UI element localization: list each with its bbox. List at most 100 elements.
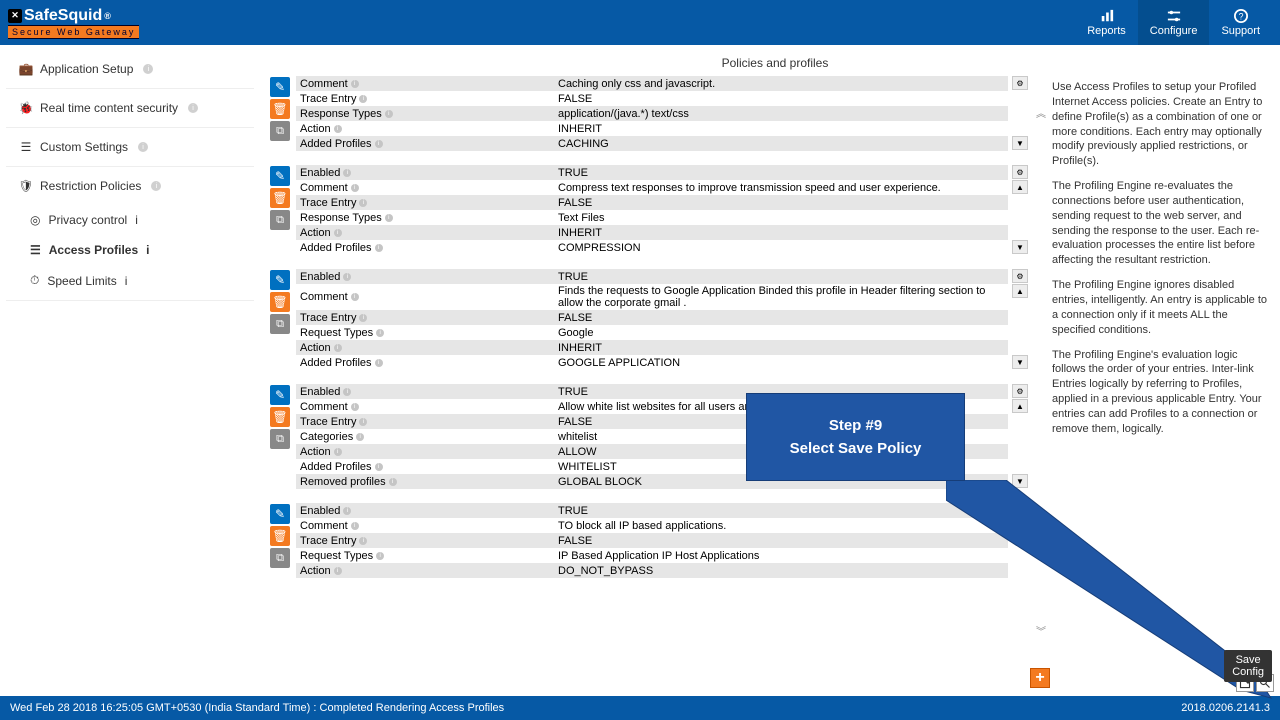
move-up-button[interactable]: ▲ <box>1012 399 1028 413</box>
sidebar-privacy-control[interactable]: ◎ Privacy control i <box>6 205 254 235</box>
sidebar-realtime-security[interactable]: 🐞 Real time content security i <box>6 89 254 128</box>
entry-row: Trace EntryiFALSE <box>296 195 1008 210</box>
info-icon: i <box>334 448 342 456</box>
entry-row: Request TypesiIP Based Application IP Ho… <box>296 548 1008 563</box>
row-value: INHERIT <box>554 122 1008 136</box>
list-icon: ☰ <box>30 243 41 257</box>
entries-list: ✎🗑⧉CommentiCaching only css and javascri… <box>270 76 1048 689</box>
info-icon: i <box>376 329 384 337</box>
support-button[interactable]: ? Support <box>1209 0 1272 45</box>
row-key: Enabledi <box>296 166 554 180</box>
row-value: FALSE <box>554 534 1008 548</box>
row-value: INHERIT <box>554 341 1008 355</box>
row-key: Request Typesi <box>296 549 554 563</box>
entry-action-icons: ✎🗑⧉ <box>270 165 292 255</box>
edit-entry-button[interactable]: ✎ <box>270 504 290 524</box>
row-key: Added Profilesi <box>296 460 554 474</box>
entry-row: Added ProfilesiCOMPRESSION <box>296 240 1008 255</box>
status-bar: Wed Feb 28 2018 16:25:05 GMT+0530 (India… <box>0 696 1280 720</box>
clone-entry-button[interactable]: ⧉ <box>270 548 290 568</box>
logo-text: SafeSquid <box>24 7 102 25</box>
delete-entry-button[interactable]: 🗑 <box>270 99 290 119</box>
support-label: Support <box>1221 25 1260 37</box>
sidebar-application-setup[interactable]: 💼 Application Setup i <box>6 50 254 89</box>
reports-label: Reports <box>1087 25 1126 37</box>
row-key: Trace Entryi <box>296 196 554 210</box>
sliders-icon <box>1167 9 1181 23</box>
edit-entry-button[interactable]: ✎ <box>270 166 290 186</box>
entry-settings-button[interactable]: ⚙ <box>1012 503 1028 517</box>
entry-row: ActioniINHERIT <box>296 340 1008 355</box>
clone-entry-button[interactable]: ⧉ <box>270 121 290 141</box>
edit-entry-button[interactable]: ✎ <box>270 270 290 290</box>
entry-row: CommentiTO block all IP based applicatio… <box>296 518 1008 533</box>
row-key: Commenti <box>296 290 554 304</box>
row-key: Commenti <box>296 519 554 533</box>
add-entry-button[interactable]: + <box>1030 668 1050 688</box>
move-down-button[interactable]: ▼ <box>1012 355 1028 369</box>
speed-icon: ⏱ <box>30 273 39 288</box>
clone-entry-button[interactable]: ⧉ <box>270 314 290 334</box>
bug-icon: 🐞 <box>20 102 32 114</box>
entry-action-icons: ✎🗑⧉ <box>270 269 292 370</box>
info-icon: i <box>359 314 367 322</box>
entry-settings-button[interactable]: ⚙ <box>1012 269 1028 283</box>
row-key: Enabledi <box>296 385 554 399</box>
row-value: COMPRESSION <box>554 241 1008 255</box>
delete-entry-button[interactable]: 🗑 <box>270 526 290 546</box>
clone-entry-button[interactable]: ⧉ <box>270 429 290 449</box>
scroll-up-icon[interactable]: ︽ <box>1036 105 1046 120</box>
delete-entry-button[interactable]: 🗑 <box>270 407 290 427</box>
callout-text: Select Save Policy <box>790 440 922 457</box>
row-key: Request Typesi <box>296 326 554 340</box>
entry-action-icons: ✎🗑⧉ <box>270 384 292 489</box>
save-config-tooltip: SaveConfig <box>1224 650 1272 682</box>
entry-settings-button[interactable]: ⚙ <box>1012 76 1028 90</box>
info-icon: i <box>356 433 364 441</box>
info-icon: i <box>359 95 367 103</box>
row-key: Actioni <box>296 445 554 459</box>
scroll-down-icon[interactable]: ︾ <box>1036 623 1046 638</box>
sidebar-access-profiles[interactable]: ☰ Access Profiles i <box>6 235 254 265</box>
sidebar-speed-limits[interactable]: ⏱ Speed Limits i <box>6 265 254 296</box>
row-key: Response Typesi <box>296 107 554 121</box>
reports-button[interactable]: Reports <box>1075 0 1138 45</box>
callout-title: Step #9 <box>829 417 882 434</box>
row-value: Finds the requests to Google Application… <box>554 284 1008 310</box>
row-value: DO_NOT_BYPASS <box>554 564 1008 578</box>
sidebar-custom-settings[interactable]: ☰ Custom Settings i <box>6 128 254 167</box>
info-icon: i <box>351 80 359 88</box>
delete-entry-button[interactable]: 🗑 <box>270 292 290 312</box>
info-icon: i <box>334 229 342 237</box>
row-key: Added Profilesi <box>296 137 554 151</box>
delete-entry-button[interactable]: 🗑 <box>270 188 290 208</box>
clone-entry-button[interactable]: ⧉ <box>270 210 290 230</box>
entry-reorder-controls: ⚙▲ ▼ <box>1012 384 1030 489</box>
info-icon: i <box>151 181 161 191</box>
edit-entry-button[interactable]: ✎ <box>270 77 290 97</box>
row-value: Compress text responses to improve trans… <box>554 181 1008 195</box>
row-value: Text Files <box>554 211 1008 225</box>
help-text: The Profiling Engine ignores disabled en… <box>1052 278 1270 337</box>
entry-row: Trace EntryiFALSE <box>296 310 1008 325</box>
row-key: Trace Entryi <box>296 415 554 429</box>
edit-entry-button[interactable]: ✎ <box>270 385 290 405</box>
status-text: Wed Feb 28 2018 16:25:05 GMT+0530 (India… <box>10 702 504 714</box>
move-up-button[interactable]: ▲ <box>1012 284 1028 298</box>
move-up-button[interactable]: ▲ <box>1012 180 1028 194</box>
policy-entry: ✎🗑⧉EnablediTRUECommentiTO block all IP b… <box>270 503 1030 578</box>
info-icon: i <box>385 214 393 222</box>
move-down-button[interactable]: ▼ <box>1012 474 1028 488</box>
entry-settings-button[interactable]: ⚙ <box>1012 384 1028 398</box>
move-up-button[interactable]: ▲ <box>1012 518 1028 532</box>
chart-icon <box>1100 9 1114 23</box>
configure-button[interactable]: Configure <box>1138 0 1210 45</box>
sidebar-restriction-policies[interactable]: 🛡 Restriction Policies i <box>6 167 254 205</box>
sidebar-label: Real time content security <box>40 101 178 115</box>
move-down-button[interactable]: ▼ <box>1012 240 1028 254</box>
logo-registered: ® <box>104 11 111 21</box>
entry-settings-button[interactable]: ⚙ <box>1012 165 1028 179</box>
entry-row: EnablediTRUE <box>296 165 1008 180</box>
eye-icon: ◎ <box>30 213 40 227</box>
move-down-button[interactable]: ▼ <box>1012 136 1028 150</box>
